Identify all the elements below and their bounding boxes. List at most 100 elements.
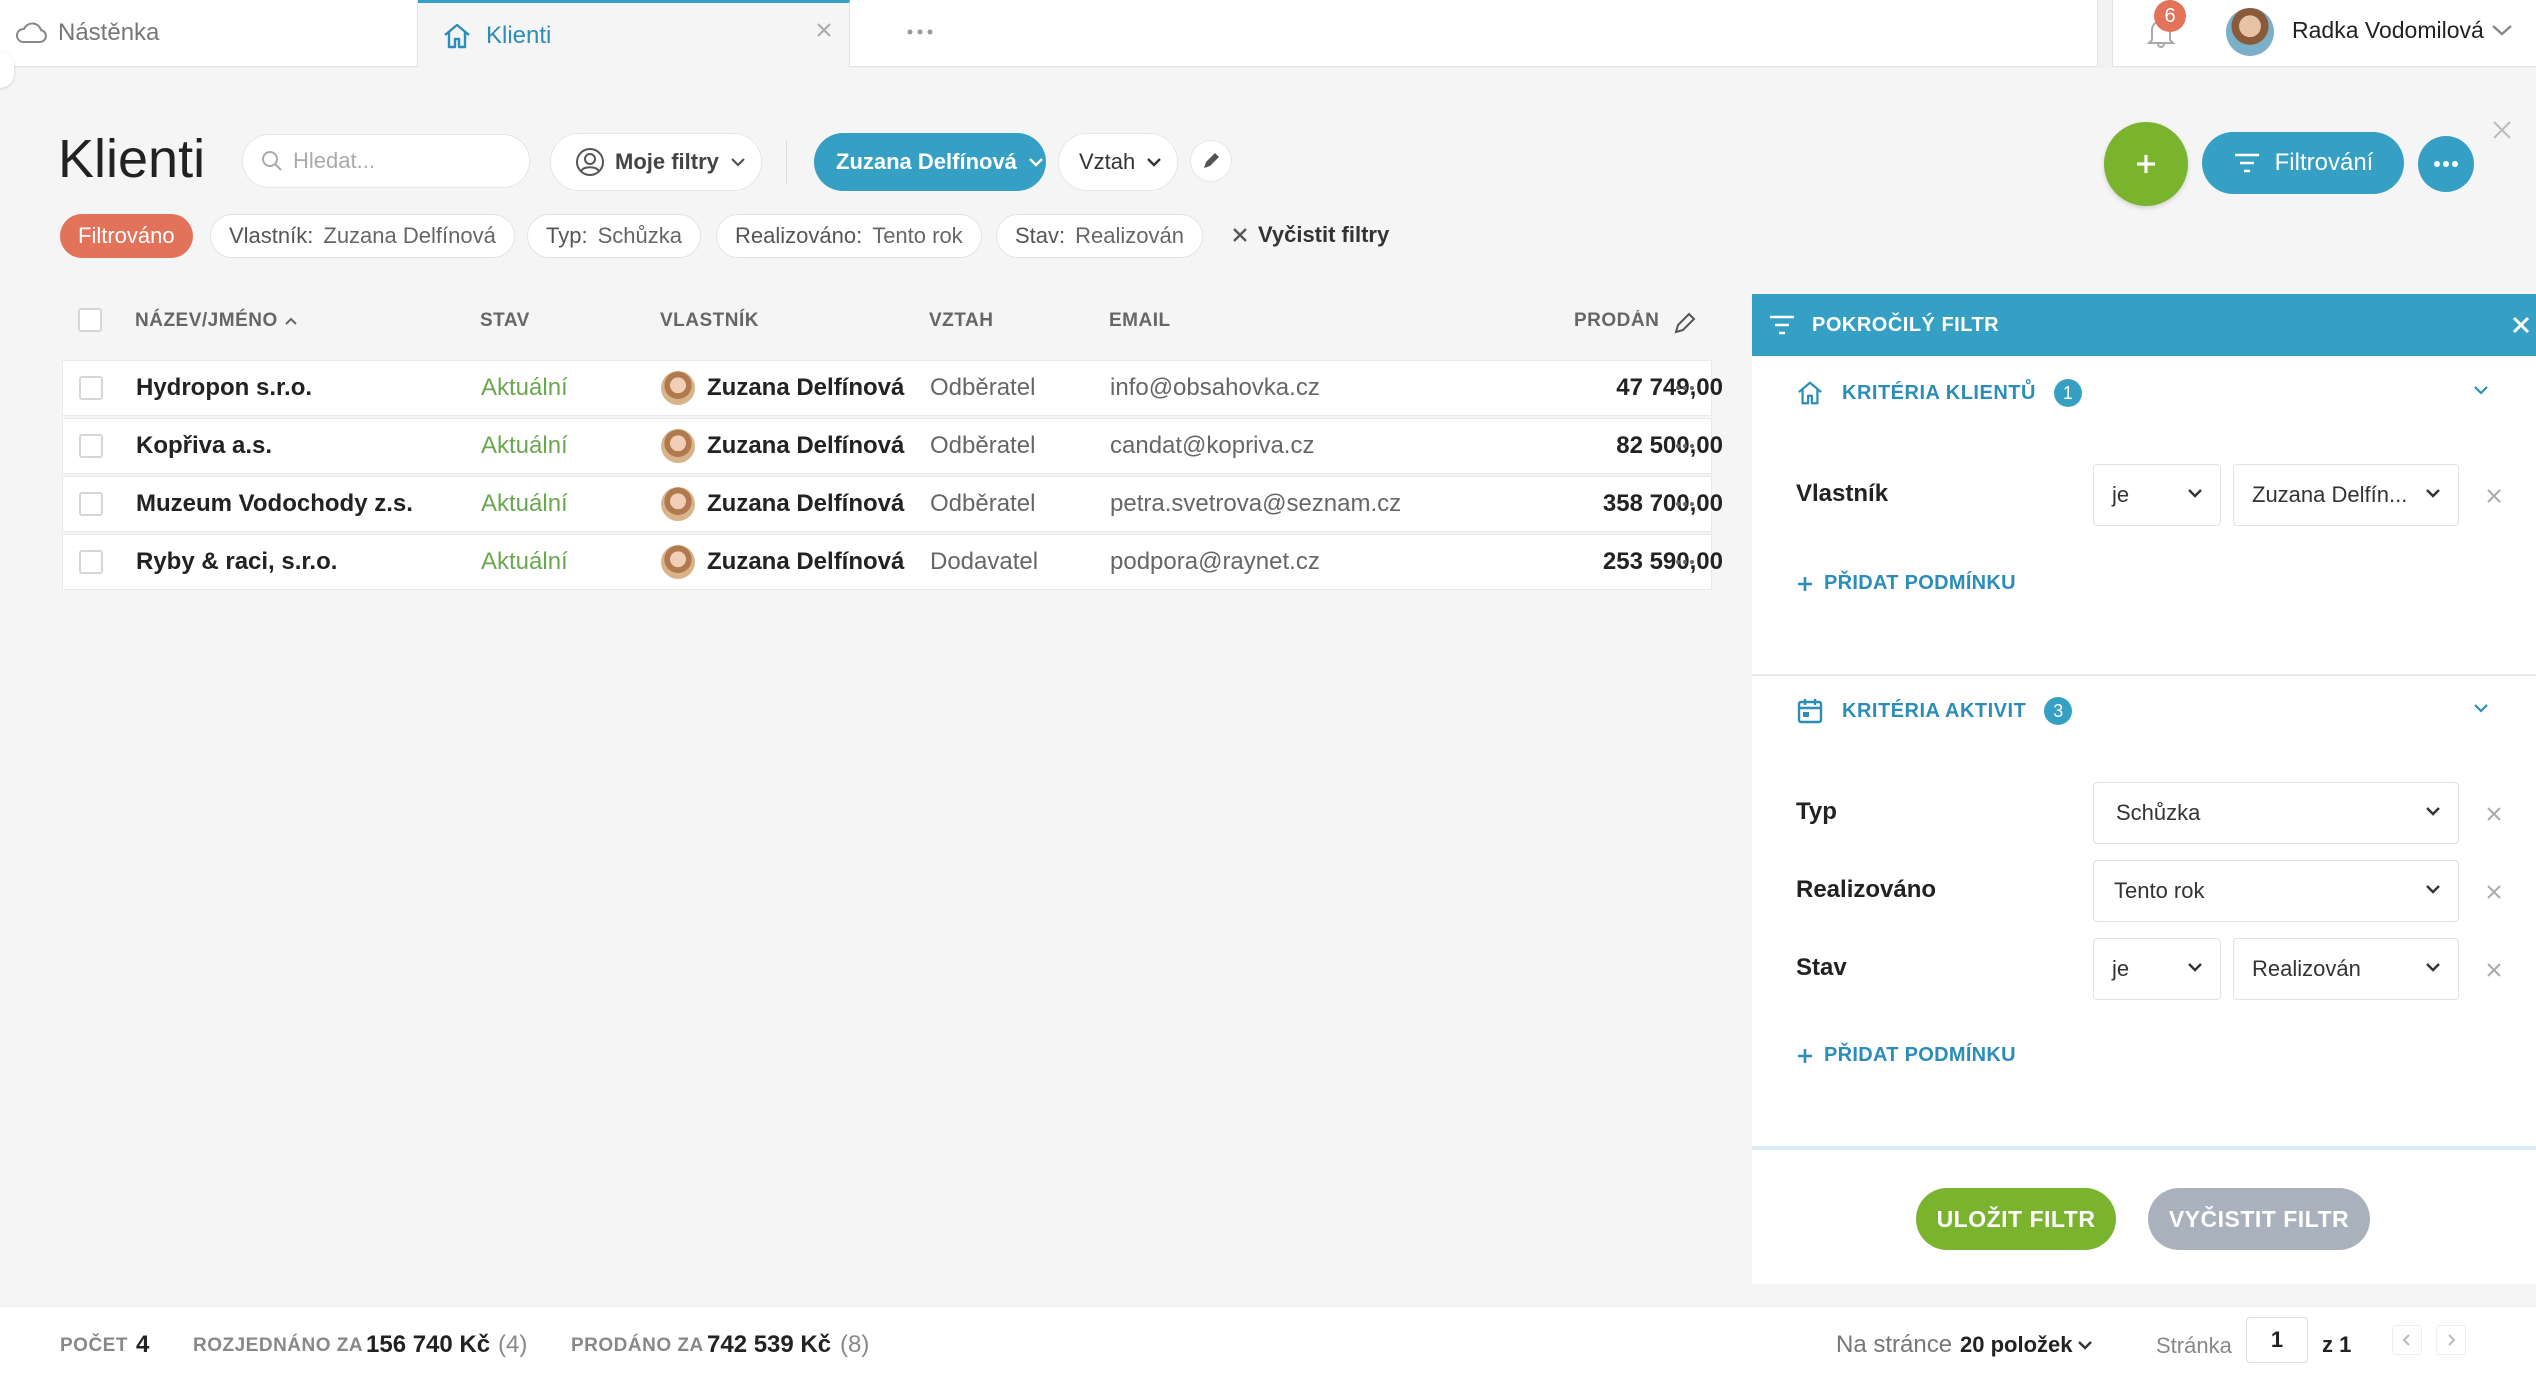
column-header-relation[interactable]: VZTAH bbox=[929, 310, 993, 332]
row-checkbox[interactable] bbox=[79, 376, 103, 400]
column-header-name[interactable]: NÁZEV/JMÉNO bbox=[135, 310, 298, 332]
table-row[interactable]: Ryby & raci, s.r.o. Aktuální Zuzana Delf… bbox=[62, 534, 1723, 590]
client-name[interactable]: Kopřiva a.s. bbox=[136, 432, 272, 460]
chevron-down-icon[interactable] bbox=[2076, 1339, 2094, 1351]
row-menu-icon[interactable] bbox=[1675, 385, 1695, 391]
owner-operator-value: je bbox=[2112, 482, 2130, 507]
save-filter-button[interactable]: ULOŽIT FILTR bbox=[1916, 1188, 2116, 1250]
chip-realized[interactable]: Realizováno: Tento rok bbox=[716, 214, 982, 258]
table-row[interactable]: Hydropon s.r.o. Aktuální Zuzana Delfínov… bbox=[62, 360, 1723, 416]
client-email[interactable]: petra.svetrova@seznam.cz bbox=[1110, 490, 1401, 518]
column-header-email[interactable]: EMAIL bbox=[1109, 310, 1171, 332]
count-label: POČET bbox=[60, 1335, 128, 1356]
edit-columns-icon[interactable] bbox=[1672, 312, 1696, 336]
remove-criterion-icon[interactable] bbox=[2486, 488, 2502, 504]
user-name[interactable]: Radka Vodomilová bbox=[2292, 17, 2484, 44]
client-email[interactable]: podpora@raynet.cz bbox=[1110, 548, 1320, 576]
owner-filter-dropdown[interactable]: Zuzana Delfínová bbox=[814, 133, 1046, 191]
edit-filters-button[interactable] bbox=[1190, 140, 1232, 182]
row-menu-icon[interactable] bbox=[1675, 559, 1695, 565]
user-circle-icon bbox=[575, 147, 605, 177]
column-header-owner[interactable]: VLASTNÍK bbox=[660, 310, 759, 332]
tab-clients[interactable]: Klienti bbox=[418, 0, 850, 68]
row-checkbox[interactable] bbox=[79, 550, 103, 574]
page-number-input[interactable]: 1 bbox=[2246, 1317, 2308, 1363]
advanced-filter-panel: POKROČILÝ FILTR KRITÉRIA KLIENTŮ 1 Vlast… bbox=[1752, 294, 2536, 1284]
top-tab-bar: Nástěnka Klienti 6 Radka Vodomilová bbox=[0, 0, 2536, 68]
client-sold: 358 700,00 bbox=[1602, 490, 1723, 517]
chip-owner[interactable]: Vlastník: Zuzana Delfínová bbox=[210, 214, 515, 258]
relation-filter-dropdown[interactable]: Vztah bbox=[1058, 133, 1178, 191]
chevron-down-icon bbox=[1145, 156, 1163, 168]
row-menu-icon[interactable] bbox=[1675, 501, 1695, 507]
add-condition-label: PŘIDAT PODMÍNKU bbox=[1824, 572, 2016, 594]
type-value-select[interactable]: Schůzka bbox=[2093, 782, 2459, 844]
per-page-select[interactable]: 20 položek bbox=[1960, 1332, 2072, 1358]
close-tab-icon[interactable] bbox=[815, 21, 833, 39]
client-name[interactable]: Muzeum Vodochody z.s. bbox=[136, 490, 413, 518]
client-state: Aktuální bbox=[481, 432, 568, 459]
realized-value-select[interactable]: Tento rok bbox=[2093, 860, 2459, 922]
user-avatar[interactable] bbox=[2226, 8, 2274, 56]
remove-criterion-icon[interactable] bbox=[2486, 884, 2502, 900]
owner-value-select[interactable]: Zuzana Delfín... bbox=[2233, 464, 2459, 526]
prev-page-button[interactable] bbox=[2392, 1325, 2422, 1355]
chevron-down-icon[interactable] bbox=[2472, 384, 2490, 396]
table-row[interactable]: Kopřiva a.s. Aktuální Zuzana Delfínová O… bbox=[62, 418, 1723, 474]
column-header-state[interactable]: STAV bbox=[480, 310, 530, 332]
home-icon bbox=[442, 22, 472, 50]
column-header-sold[interactable]: PRODÁNO bbox=[1574, 310, 1660, 332]
next-page-button[interactable] bbox=[2436, 1325, 2466, 1355]
add-client-button[interactable] bbox=[2104, 122, 2188, 206]
client-email[interactable]: candat@kopriva.cz bbox=[1110, 432, 1314, 460]
remove-criterion-icon[interactable] bbox=[2486, 962, 2502, 978]
table-row[interactable]: Muzeum Vodochody z.s. Aktuální Zuzana De… bbox=[62, 476, 1723, 532]
activity-criteria-header[interactable]: KRITÉRIA AKTIVIT 3 bbox=[1752, 676, 2536, 746]
state-value-text: Realizován bbox=[2252, 956, 2361, 981]
sold-count: (8) bbox=[840, 1331, 870, 1358]
search-input[interactable]: Hledat... bbox=[242, 134, 530, 188]
add-activity-condition-button[interactable]: PŘIDAT PODMÍNKU bbox=[1796, 1044, 2016, 1067]
chevron-down-icon bbox=[2424, 961, 2442, 973]
row-checkbox[interactable] bbox=[79, 492, 103, 516]
chip-realized-key: Realizováno: bbox=[735, 223, 863, 248]
chevron-down-icon[interactable] bbox=[2472, 702, 2490, 714]
client-name[interactable]: Hydropon s.r.o. bbox=[136, 374, 312, 402]
state-value-select[interactable]: Realizován bbox=[2233, 938, 2459, 1000]
summary-footer: POČET 4 ROZJEDNÁNO ZA 156 740 Kč (4) PRO… bbox=[0, 1306, 2536, 1378]
clear-filters-button[interactable]: Vyčistit filtry bbox=[1232, 222, 1389, 248]
owner-criterion-label: Vlastník bbox=[1796, 480, 1889, 507]
my-filters-dropdown[interactable]: Moje filtry bbox=[550, 133, 762, 191]
page-title: Klienti bbox=[58, 129, 206, 189]
clear-filter-button[interactable]: VYČISTIT FILTR bbox=[2148, 1188, 2370, 1250]
chevron-down-icon bbox=[2424, 487, 2442, 499]
activity-criteria-count: 3 bbox=[2044, 697, 2073, 725]
advanced-filter-header: POKROČILÝ FILTR bbox=[1752, 294, 2536, 356]
remove-criterion-icon[interactable] bbox=[2486, 806, 2502, 822]
chip-type[interactable]: Typ: Schůzka bbox=[527, 214, 701, 258]
negotiated-value: 156 740 Kč bbox=[366, 1331, 491, 1358]
pencil-icon bbox=[1201, 151, 1221, 171]
more-actions-button[interactable] bbox=[2418, 136, 2474, 192]
close-page-icon[interactable] bbox=[2490, 118, 2514, 142]
close-panel-icon[interactable] bbox=[2510, 314, 2532, 336]
client-email[interactable]: info@obsahovka.cz bbox=[1110, 374, 1320, 402]
state-operator-select[interactable]: je bbox=[2093, 938, 2221, 1000]
advanced-filter-title: POKROČILÝ FILTR bbox=[1812, 313, 2000, 336]
row-checkbox[interactable] bbox=[79, 434, 103, 458]
filtered-badge[interactable]: Filtrováno bbox=[60, 214, 193, 258]
select-all-checkbox[interactable] bbox=[78, 308, 102, 332]
client-owner: Zuzana Delfínová bbox=[707, 432, 905, 459]
owner-operator-select[interactable]: je bbox=[2093, 464, 2221, 526]
chevron-down-icon[interactable] bbox=[2490, 22, 2514, 38]
filtering-button[interactable]: Filtrování bbox=[2202, 132, 2404, 194]
client-criteria-header[interactable]: KRITÉRIA KLIENTŮ 1 bbox=[1752, 358, 2536, 428]
chip-state[interactable]: Stav: Realizován bbox=[996, 214, 1203, 258]
tab-dashboard[interactable]: Nástěnka bbox=[0, 0, 418, 67]
add-client-condition-button[interactable]: PŘIDAT PODMÍNKU bbox=[1796, 572, 2016, 595]
chevron-down-icon bbox=[2186, 961, 2204, 973]
row-menu-icon[interactable] bbox=[1675, 443, 1695, 449]
client-name[interactable]: Ryby & raci, s.r.o. bbox=[136, 548, 337, 576]
notification-count-badge[interactable]: 6 bbox=[2154, 0, 2186, 32]
more-tabs-icon[interactable] bbox=[906, 22, 934, 42]
